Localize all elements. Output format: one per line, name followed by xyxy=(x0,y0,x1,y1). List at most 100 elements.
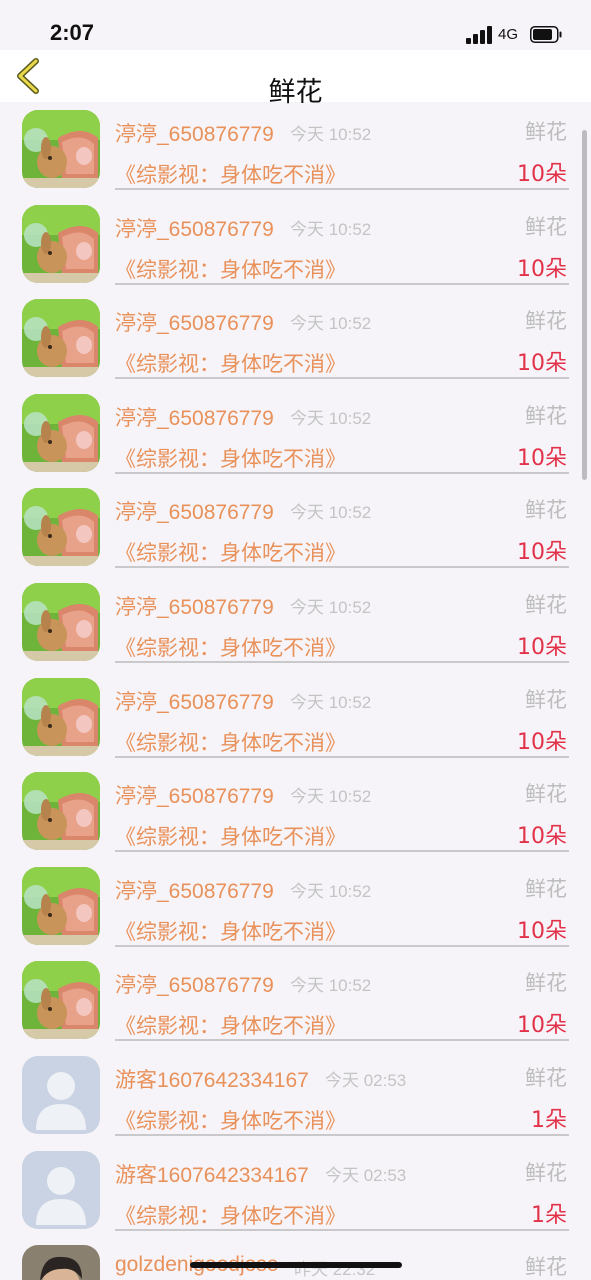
timestamp: 今天 10:52 xyxy=(290,408,372,428)
list-item[interactable]: 渟渟_650876779 今天 10:52 鲜花《综影视：身体吃不消》 10朵 xyxy=(0,393,591,489)
username[interactable]: 游客1607642334167 xyxy=(115,1159,309,1189)
avatar[interactable] xyxy=(22,961,100,1040)
avatar[interactable] xyxy=(22,393,100,472)
timestamp: 今天 10:52 xyxy=(290,125,372,144)
username[interactable]: 游客1607642334167 xyxy=(115,1064,309,1094)
avatar[interactable] xyxy=(22,204,100,283)
gift-count: 10朵 xyxy=(517,445,567,471)
gift-count: 10朵 xyxy=(517,824,567,850)
divider xyxy=(115,944,569,947)
gift-type-label: 鲜花 xyxy=(525,403,567,428)
list-item[interactable]: 渟渟_650876779 今天 10:52 鲜花《综影视：身体吃不消》 10朵 xyxy=(0,677,591,773)
gift-type-label: 鲜花 xyxy=(525,498,567,523)
avatar[interactable] xyxy=(22,299,100,378)
avatar[interactable] xyxy=(22,1055,100,1134)
gift-count: 10朵 xyxy=(517,918,567,944)
username[interactable]: 渟渟_650876779 xyxy=(115,307,274,337)
username[interactable]: 渟渟_650876779 xyxy=(115,213,274,243)
timestamp: 今天 10:52 xyxy=(290,597,372,617)
divider xyxy=(115,660,569,663)
work-title[interactable]: 《综影视：身体吃不消》 xyxy=(115,443,346,473)
gift-type-label: 鲜花 xyxy=(525,1160,567,1185)
gift-type-label: 鲜花 xyxy=(525,971,567,996)
avatar[interactable] xyxy=(22,772,100,851)
avatar[interactable] xyxy=(22,1150,100,1229)
work-title[interactable]: 《综影视：身体吃不消》 xyxy=(115,1200,346,1230)
nav-bar: 鲜花 xyxy=(0,50,591,108)
divider xyxy=(115,188,569,190)
username[interactable]: 渟渟_650876779 xyxy=(115,780,274,810)
network-label: 4G xyxy=(498,26,519,43)
divider xyxy=(115,471,569,474)
gift-type-label: 鲜花 xyxy=(525,876,567,901)
gift-type-label: 鲜花 xyxy=(525,782,567,807)
timestamp: 今天 10:52 xyxy=(290,881,372,901)
gift-count: 1朵 xyxy=(531,1202,567,1228)
avatar[interactable] xyxy=(22,866,100,945)
work-title[interactable]: 《综影视：身体吃不消》 xyxy=(115,727,346,757)
gift-count: 10朵 xyxy=(517,1013,567,1039)
gift-count: 10朵 xyxy=(517,162,567,187)
username[interactable]: 渟渟_650876779 xyxy=(115,686,274,716)
work-title[interactable]: 《综影视：身体吃不消》 xyxy=(115,348,346,378)
gift-type-label: 鲜花 xyxy=(525,592,567,617)
gift-count: 10朵 xyxy=(517,634,567,660)
timestamp: 今天 10:52 xyxy=(290,314,372,334)
username[interactable]: 渟渟_650876779 xyxy=(115,875,274,905)
list-item[interactable]: 游客1607642334167 今天 02:53 鲜花 《综影视：身体吃不消》 1朵 xyxy=(0,1150,591,1246)
username[interactable]: 渟渟_650876779 xyxy=(115,591,274,621)
timestamp: 今天 10:52 xyxy=(290,787,372,807)
work-title[interactable]: 《综影视：身体吃不消》 xyxy=(115,916,346,946)
username[interactable]: 渟渟_650876779 xyxy=(115,118,274,148)
gift-count: 10朵 xyxy=(517,256,567,282)
gift-count: 10朵 xyxy=(517,729,567,755)
gift-list: 渟渟_650876779 今天 10:52 鲜花 《综影视：身体吃不消》 10朵 渟渟_6… xyxy=(0,110,591,1280)
work-title[interactable]: 《综影视：身体吃不消》 xyxy=(115,632,346,662)
divider xyxy=(115,566,569,569)
avatar[interactable] xyxy=(22,110,100,188)
work-title[interactable]: 《综影视：身体吃不消》 xyxy=(115,537,346,567)
list-item[interactable]: 渟渟_650876779 今天 10:52 鲜花 《综影视：身体吃不消》 10朵 xyxy=(0,204,591,300)
gift-count: 1朵 xyxy=(531,1107,567,1133)
divider xyxy=(115,755,569,758)
home-indicator[interactable] xyxy=(190,1262,402,1268)
timestamp: 今天 02:53 xyxy=(325,1070,407,1090)
divider xyxy=(115,377,569,380)
work-title[interactable]: 《综影视：身体吃不消》 xyxy=(115,1010,346,1040)
divider xyxy=(115,1228,569,1231)
avatar[interactable] xyxy=(22,677,100,756)
username[interactable]: 渟渟_650876779 xyxy=(115,496,274,526)
gift-type-label: 鲜花 xyxy=(525,214,567,239)
list-item[interactable]: 渟渟_650876779 今天 10:52 鲜花《综影视：身体吃不消》 10朵 xyxy=(0,866,591,962)
gift-count: 10朵 xyxy=(517,540,567,566)
gift-count: 10朵 xyxy=(517,351,567,377)
avatar[interactable] xyxy=(22,582,100,661)
list-item[interactable]: 渟渟_650876779 今天 10:52 鲜花 《综影视：身体吃不消》 10朵 xyxy=(0,961,591,1056)
username[interactable]: 渟渟_650876779 xyxy=(115,969,274,999)
gift-type-label: 鲜花 xyxy=(525,1255,567,1280)
list-item[interactable]: 游客1607642334167 今天 02:53 鲜花《综影视：身体吃不消》 1朵 xyxy=(0,1055,591,1151)
status-bar: 2:07 4G xyxy=(0,0,591,50)
work-title[interactable]: 《综影视：身体吃不消》 xyxy=(115,821,346,851)
scrollbar[interactable] xyxy=(582,130,587,480)
page-title: 鲜花 xyxy=(268,77,323,108)
timestamp: 今天 10:52 xyxy=(290,692,372,712)
list-item[interactable]: 渟渟_650876779 今天 10:52 鲜花《综影视：身体吃不消》 10朵 xyxy=(0,488,591,583)
work-title[interactable]: 《综影视：身体吃不消》 xyxy=(115,159,346,189)
divider xyxy=(115,1133,569,1136)
list-item[interactable]: 渟渟_650876779 今天 10:52 鲜花《综影视：身体吃不消》 10朵 xyxy=(0,582,591,678)
gift-type-label: 鲜花 xyxy=(525,687,567,712)
timestamp: 今天 10:52 xyxy=(290,503,372,523)
list-item[interactable]: 渟渟_650876779 今天 10:52 鲜花《综影视：身体吃不消》 10朵 xyxy=(0,299,591,394)
work-title[interactable]: 《综影视：身体吃不消》 xyxy=(115,254,346,284)
divider xyxy=(115,850,569,853)
gift-type-label: 鲜花 xyxy=(525,1065,567,1090)
list-item[interactable]: 渟渟_650876779 今天 10:52 鲜花《综影视：身体吃不消》 10朵 xyxy=(0,772,591,867)
list-item[interactable]: 渟渟_650876779 今天 10:52 鲜花 《综影视：身体吃不消》 10朵 xyxy=(0,110,591,205)
username[interactable]: 渟渟_650876779 xyxy=(115,402,274,432)
avatar[interactable] xyxy=(22,488,100,567)
gift-type-label: 鲜花 xyxy=(525,309,567,334)
work-title[interactable]: 《综影视：身体吃不消》 xyxy=(115,1105,346,1135)
avatar[interactable] xyxy=(22,1245,100,1280)
signal-icon xyxy=(466,26,494,44)
